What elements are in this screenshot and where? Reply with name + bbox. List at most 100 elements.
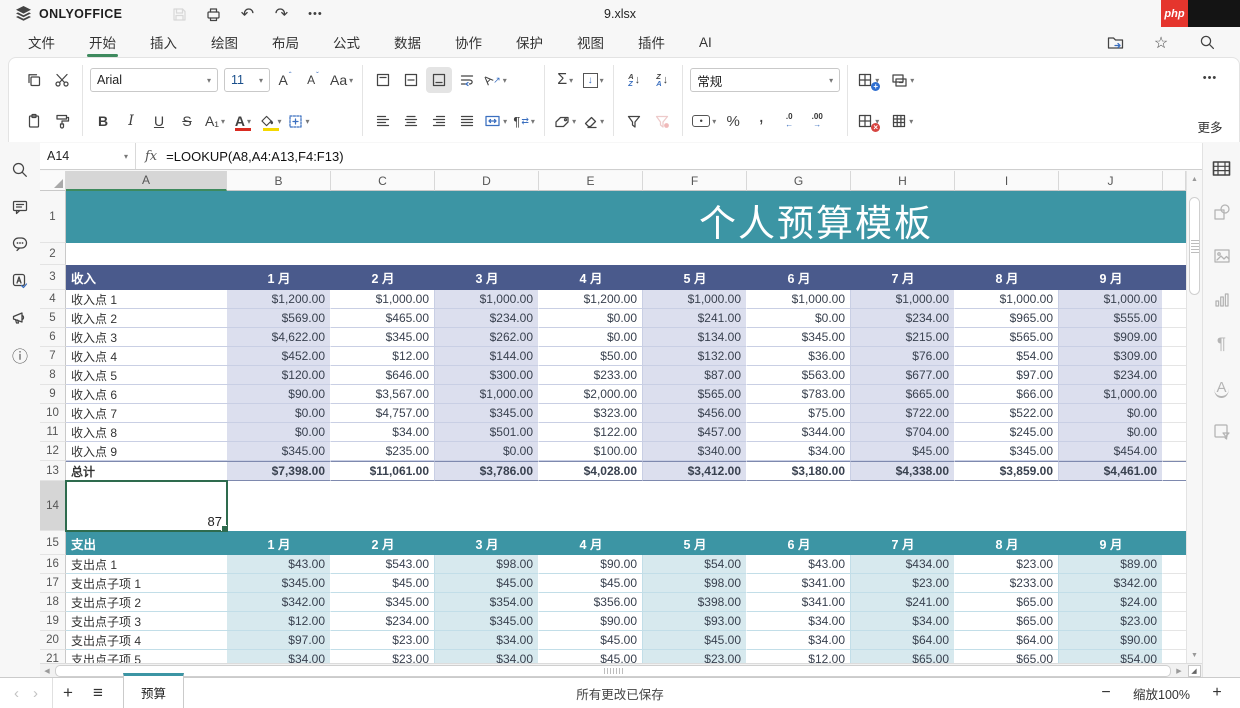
value-cell[interactable]: $345.00 [955, 442, 1059, 461]
selection-fill-handle[interactable] [221, 525, 227, 531]
row-header-11[interactable]: 11 [40, 423, 66, 442]
value-cell[interactable]: $1,000.00 [955, 290, 1059, 309]
value-cell[interactable]: $98.00 [435, 555, 539, 574]
value-cell[interactable]: $3,859.00 [955, 461, 1059, 481]
number-format-combo[interactable]: 常规 ▾ [690, 68, 840, 92]
chat-button[interactable] [9, 233, 31, 255]
about-button[interactable]: ⓘ [9, 344, 31, 366]
open-file-location-button[interactable] [1104, 32, 1126, 54]
font-name-combo[interactable]: Arial ▾ [90, 68, 218, 92]
month-header-5[interactable]: 5 月 [643, 265, 747, 290]
partial-cell[interactable] [1163, 309, 1186, 328]
value-cell[interactable]: $43.00 [227, 555, 331, 574]
value-cell[interactable]: $23.00 [851, 574, 955, 593]
value-cell[interactable]: $23.00 [331, 631, 435, 650]
textart-settings-button[interactable]: A [1211, 377, 1233, 399]
partial-cell[interactable] [1163, 385, 1186, 404]
row-header-19[interactable]: 19 [40, 612, 66, 631]
vertical-scrollbar[interactable]: ▲ ▼ [1186, 171, 1202, 663]
month-header-2[interactable]: 2 月 [331, 531, 435, 555]
font-color-button[interactable]: A ▾ [230, 108, 256, 134]
row-header-18[interactable]: 18 [40, 593, 66, 612]
ribbon-tab-文件[interactable]: 文件 [28, 28, 55, 57]
underline-button[interactable]: U [146, 108, 172, 134]
selected-cell-A14[interactable]: 87 [66, 481, 227, 531]
row-header-2[interactable]: 2 [40, 243, 66, 265]
value-cell[interactable]: $344.00 [747, 423, 851, 442]
month-header-4[interactable]: 4 月 [539, 265, 643, 290]
value-cell[interactable]: $45.00 [851, 442, 955, 461]
value-cell[interactable]: $3,567.00 [331, 385, 435, 404]
partial-cell[interactable] [1163, 423, 1186, 442]
value-cell[interactable]: $34.00 [331, 423, 435, 442]
value-cell[interactable]: $345.00 [331, 593, 435, 612]
row-header-16[interactable]: 16 [40, 555, 66, 574]
value-cell[interactable]: $54.00 [955, 347, 1059, 366]
value-cell[interactable]: $345.00 [227, 574, 331, 593]
value-cell[interactable]: $457.00 [643, 423, 747, 442]
value-cell[interactable]: $342.00 [227, 593, 331, 612]
value-cell[interactable]: $241.00 [851, 593, 955, 612]
month-header-6[interactable]: 6 月 [747, 531, 851, 555]
ribbon-tab-布局[interactable]: 布局 [272, 28, 299, 57]
ribbon-tab-绘图[interactable]: 绘图 [211, 28, 238, 57]
partial-cell[interactable] [1163, 650, 1186, 663]
value-cell[interactable]: $0.00 [435, 442, 539, 461]
value-cell[interactable]: $323.00 [539, 404, 643, 423]
undo-button[interactable]: ↶ [234, 2, 260, 26]
align-left-button[interactable] [370, 108, 396, 134]
select-all-corner[interactable] [40, 171, 66, 191]
month-header-7[interactable]: 7 月 [851, 265, 955, 290]
clear-button[interactable]: ▾ [580, 108, 606, 134]
row-header-4[interactable]: 4 [40, 290, 66, 309]
value-cell[interactable]: $90.00 [539, 612, 643, 631]
row-label[interactable]: 支出点子项 2 [66, 593, 227, 612]
value-cell[interactable]: $34.00 [747, 612, 851, 631]
value-cell[interactable]: $45.00 [539, 574, 643, 593]
cell-settings-button[interactable] [1211, 157, 1233, 179]
value-cell[interactable]: $34.00 [435, 631, 539, 650]
value-cell[interactable]: $64.00 [955, 631, 1059, 650]
partial-cell[interactable] [1163, 593, 1186, 612]
value-cell[interactable]: $565.00 [643, 385, 747, 404]
bold-button[interactable]: B [90, 108, 116, 134]
wrap-text-button[interactable] [454, 67, 480, 93]
value-cell[interactable]: $456.00 [643, 404, 747, 423]
cell-name-box[interactable]: A14 ▾ [40, 143, 136, 169]
sheet-tab-budget[interactable]: 预算 [123, 673, 184, 708]
value-cell[interactable]: $665.00 [851, 385, 955, 404]
ribbon-tab-数据[interactable]: 数据 [394, 28, 421, 57]
sort-descending-button[interactable]: ZA ↓ [649, 67, 675, 93]
shape-settings-button[interactable] [1211, 201, 1233, 223]
value-cell[interactable]: $90.00 [227, 385, 331, 404]
row-label[interactable]: 支出点子项 4 [66, 631, 227, 650]
month-header-9[interactable]: 9 月 [1059, 531, 1163, 555]
row-label[interactable]: 收入点 6 [66, 385, 227, 404]
column-header-E[interactable]: E [539, 171, 643, 191]
title-banner[interactable]: 个人预算模板 [66, 191, 1186, 243]
month-header-7[interactable]: 7 月 [851, 531, 955, 555]
user-avatar[interactable] [1188, 0, 1240, 27]
value-cell[interactable]: $0.00 [227, 423, 331, 442]
align-top-button[interactable] [370, 67, 396, 93]
value-cell[interactable]: $501.00 [435, 423, 539, 442]
horizontal-scroll-thumb[interactable] [55, 665, 1171, 677]
comments-button[interactable] [9, 196, 31, 218]
value-cell[interactable]: $12.00 [747, 650, 851, 663]
save-button[interactable] [166, 2, 192, 26]
value-cell[interactable]: $43.00 [747, 555, 851, 574]
strikethrough-button[interactable]: S [174, 108, 200, 134]
value-cell[interactable]: $4,461.00 [1059, 461, 1163, 481]
value-cell[interactable]: $234.00 [1059, 366, 1163, 385]
zoom-out-button[interactable]: − [1097, 684, 1115, 702]
value-cell[interactable]: $345.00 [435, 404, 539, 423]
align-center-button[interactable] [398, 108, 424, 134]
row-header-8[interactable]: 8 [40, 366, 66, 385]
value-cell[interactable]: $65.00 [955, 593, 1059, 612]
value-cell[interactable]: $65.00 [955, 612, 1059, 631]
value-cell[interactable]: $234.00 [851, 309, 955, 328]
month-header-4[interactable]: 4 月 [539, 531, 643, 555]
month-header-1[interactable]: 1 月 [227, 265, 331, 290]
value-cell[interactable]: $65.00 [851, 650, 955, 663]
row-label[interactable]: 收入点 3 [66, 328, 227, 347]
